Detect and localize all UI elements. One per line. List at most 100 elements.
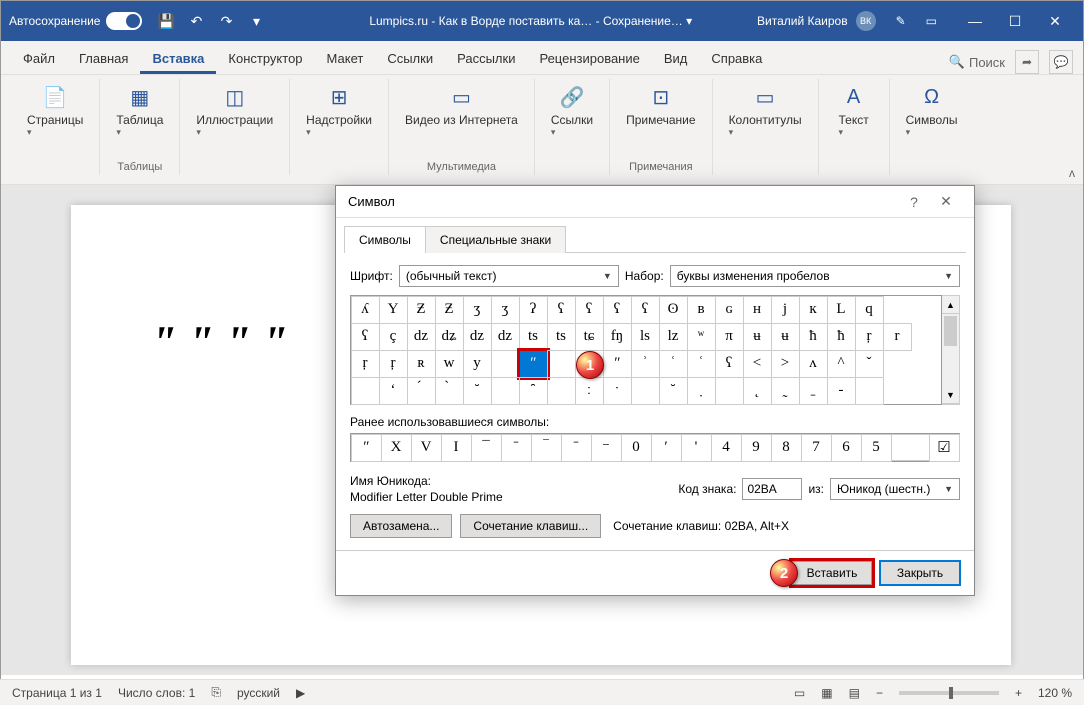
autocorrect-button[interactable]: Автозамена... (350, 514, 452, 538)
tab-вставка[interactable]: Вставка (140, 43, 216, 74)
symbol-cell[interactable] (547, 350, 576, 378)
share-button[interactable]: ➦ (1015, 50, 1039, 74)
ribbon-item[interactable]: 🔗Ссылки▾ (545, 79, 599, 142)
search-box[interactable]: 🔍Поиск (949, 54, 1005, 70)
recent-symbol-cell[interactable]: ˉ (561, 434, 592, 462)
recent-symbol-cell[interactable]: X (381, 434, 412, 462)
symbol-cell[interactable]: ŗ (379, 350, 408, 378)
qat-dropdown-icon[interactable]: ▾ (248, 13, 264, 29)
recent-symbol-cell[interactable]: ⁻ (591, 434, 622, 462)
symbol-cell[interactable] (491, 377, 520, 405)
symbol-cell[interactable]: ʎ (351, 296, 380, 324)
zoom-out-icon[interactable]: − (876, 686, 883, 700)
symbol-cell[interactable] (855, 377, 884, 405)
undo-icon[interactable]: ↶ (188, 13, 204, 29)
zoom-in-icon[interactable]: + (1015, 686, 1022, 700)
web-layout-icon[interactable]: ▤ (849, 686, 860, 700)
symbol-cell[interactable]: ls (631, 323, 660, 351)
symbol-cell[interactable]: Ƶ (435, 296, 464, 324)
ribbon-item[interactable]: ▭Видео из Интернета (399, 79, 524, 131)
symbol-cell[interactable]: ̱ (799, 377, 828, 405)
status-page[interactable]: Страница 1 из 1 (12, 686, 102, 700)
zoom-slider[interactable] (899, 691, 999, 695)
symbol-cell[interactable]: q (855, 296, 884, 324)
symbol-cell[interactable]: ː (575, 377, 604, 405)
ribbon-item[interactable]: ΩСимволы▾ (900, 79, 964, 142)
dialog-close-button[interactable]: ✕ (930, 193, 962, 210)
font-select[interactable]: (обычный текст)▼ (399, 265, 619, 287)
proofing-icon[interactable]: ⎘ (211, 685, 221, 700)
insert-button[interactable]: Вставить (792, 561, 872, 585)
symbol-cell[interactable]: ̨ (743, 377, 772, 405)
ribbon-item[interactable]: 📄Страницы▾ (21, 79, 89, 142)
symbol-cell[interactable] (547, 377, 576, 405)
draw-icon[interactable]: ✎ (896, 14, 906, 28)
recent-symbol-cell[interactable]: 4 (711, 434, 742, 462)
symbol-cell[interactable]: w (435, 350, 464, 378)
symbol-cell[interactable]: ˇ (855, 350, 884, 378)
ribbon-item[interactable]: ▭Колонтитулы▾ (723, 79, 808, 142)
recent-symbol-cell[interactable]: 6 (831, 434, 862, 462)
symbol-cell[interactable]: j (771, 296, 800, 324)
symbol-cell[interactable]: ʾ (631, 350, 660, 378)
symbol-cell[interactable]: ts (519, 323, 548, 351)
user-area[interactable]: Виталий Каиров ВК (757, 11, 876, 31)
recent-symbol-cell[interactable]: V (411, 434, 442, 462)
symbol-cell[interactable]: ʿ (687, 350, 716, 378)
symbol-cell[interactable]: ʒ (491, 296, 520, 324)
code-input[interactable]: 02BA (742, 478, 802, 500)
save-icon[interactable]: 💾 (158, 13, 174, 29)
symbol-cell[interactable] (631, 377, 660, 405)
recent-symbol-cell[interactable]: ' (681, 434, 712, 462)
symbol-cell[interactable]: ˘ (659, 377, 688, 405)
symbol-cell[interactable]: π (715, 323, 744, 351)
recent-symbol-cell[interactable]: 7 (801, 434, 832, 462)
symbol-cell[interactable]: ŗ (855, 323, 884, 351)
symbol-cell[interactable]: ʕ (631, 296, 660, 324)
symbol-cell[interactable]: - (827, 377, 856, 405)
symbol-cell[interactable]: ʿ (659, 350, 688, 378)
macro-icon[interactable]: ▶ (296, 686, 305, 700)
autosave-toggle[interactable] (106, 12, 142, 30)
recent-symbol-cell[interactable]: I (441, 434, 472, 462)
symbol-cell[interactable]: tɕ (575, 323, 604, 351)
symbol-cell[interactable]: dz (491, 323, 520, 351)
dialog-tab-special[interactable]: Специальные знаки (425, 226, 566, 253)
symbol-cell[interactable]: ʜ (743, 296, 772, 324)
tab-рецензирование[interactable]: Рецензирование (527, 43, 651, 74)
comments-button[interactable]: 💬 (1049, 50, 1073, 74)
maximize-button[interactable]: ☐ (995, 1, 1035, 41)
recent-symbol-cell[interactable]: ¯ (471, 434, 502, 462)
minimize-button[interactable]: — (955, 1, 995, 41)
symbol-cell[interactable]: ʷ (687, 323, 716, 351)
symbol-cell[interactable]: ʕ (603, 296, 632, 324)
tab-конструктор[interactable]: Конструктор (216, 43, 314, 74)
read-mode-icon[interactable]: ▭ (794, 686, 805, 700)
symbol-cell[interactable]: ʺ (603, 350, 632, 378)
close-dialog-button[interactable]: Закрыть (880, 561, 960, 585)
symbol-cell[interactable]: ʺ (519, 350, 548, 378)
dialog-help-button[interactable]: ? (898, 194, 930, 210)
symbol-cell[interactable]: fŋ (603, 323, 632, 351)
recent-symbol-cell[interactable]: ‾ (531, 434, 562, 462)
symbol-cell[interactable]: lz (659, 323, 688, 351)
recent-symbol-cell[interactable]: 8 (771, 434, 802, 462)
ribbon-item[interactable]: ◫Иллюстрации▾ (190, 79, 279, 142)
ribbon-item[interactable]: ⊞Надстройки▾ (300, 79, 378, 142)
symbol-cell[interactable]: Y (379, 296, 408, 324)
symbol-cell[interactable]: ʕ (351, 323, 380, 351)
scroll-down-icon[interactable]: ▼ (942, 386, 959, 404)
tab-макет[interactable]: Макет (315, 43, 376, 74)
symbol-cell[interactable]: y (463, 350, 492, 378)
symbol-cell[interactable]: ʉ (771, 323, 800, 351)
symbol-cell[interactable]: r (883, 323, 912, 351)
from-select[interactable]: Юникод (шестн.)▼ (830, 478, 960, 500)
tab-вид[interactable]: Вид (652, 43, 700, 74)
zoom-level[interactable]: 120 % (1038, 686, 1072, 700)
status-lang[interactable]: русский (237, 686, 280, 700)
symbol-cell[interactable]: ts (547, 323, 576, 351)
recent-symbol-cell[interactable]: ˉ (501, 434, 532, 462)
symbol-cell[interactable]: dz (463, 323, 492, 351)
recent-symbol-cell[interactable]: 9 (741, 434, 772, 462)
symbol-cell[interactable]: > (771, 350, 800, 378)
